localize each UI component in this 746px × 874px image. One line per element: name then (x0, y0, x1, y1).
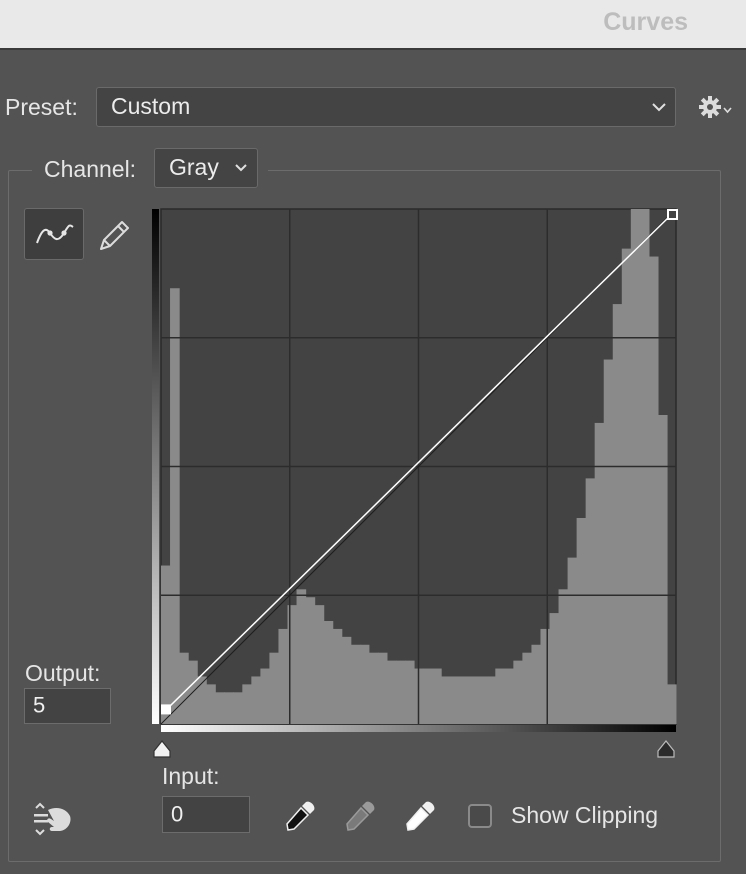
histogram-bar (576, 518, 587, 724)
panel-title: Curves (603, 8, 688, 36)
black-point-eyedropper-icon[interactable] (282, 798, 318, 834)
histogram-bar (377, 652, 388, 724)
preset-value: Custom (111, 92, 191, 119)
histogram-bar (260, 668, 271, 724)
histogram-bar (287, 605, 298, 724)
histogram-bar (233, 692, 243, 724)
histogram-bar (350, 644, 361, 724)
histogram-bar (404, 660, 415, 724)
histogram-bar (522, 652, 533, 724)
input-field[interactable]: 0 (162, 796, 250, 833)
show-clipping-checkbox[interactable] (468, 804, 492, 828)
histogram-bar (441, 676, 451, 724)
histogram-bar (332, 628, 343, 724)
channel-label: Channel: (44, 156, 137, 182)
curve-control-point[interactable] (667, 209, 678, 220)
histogram-bar (251, 676, 261, 724)
histogram-bar (305, 597, 316, 724)
histogram-bar (468, 676, 478, 724)
histogram-bar (459, 676, 469, 724)
histogram-bar (648, 256, 659, 724)
output-value: 5 (33, 692, 46, 718)
histogram-bar (423, 668, 433, 724)
histogram-bar (531, 644, 542, 724)
histogram-bar (513, 660, 524, 724)
histogram-bar (540, 628, 551, 724)
preset-dropdown[interactable]: Custom (96, 87, 676, 127)
histogram-bar (477, 676, 487, 724)
histogram-bar (269, 652, 280, 724)
gear-icon[interactable] (698, 94, 734, 120)
histogram-bar (495, 668, 505, 724)
input-gradient-bar (161, 725, 676, 732)
histogram-bar (368, 652, 379, 724)
preset-label: Preset: (5, 94, 78, 120)
gray-point-eyedropper-icon[interactable] (342, 798, 378, 834)
white-point-slider[interactable] (657, 740, 675, 758)
channel-dropdown[interactable]: Gray (154, 148, 258, 188)
output-label: Output: (25, 660, 101, 686)
input-value: 0 (171, 800, 184, 826)
histogram-bar (621, 248, 632, 724)
chevron-down-icon (652, 103, 666, 112)
histogram-bar (594, 422, 605, 724)
histogram-bar (224, 692, 234, 724)
histogram-bar (657, 415, 668, 724)
input-label: Input: (162, 763, 220, 789)
histogram-bar (215, 692, 225, 724)
curve-control-point[interactable] (161, 704, 171, 715)
histogram-bar (558, 589, 569, 724)
targeted-adjustment-icon[interactable] (30, 800, 76, 838)
channel-value: Gray (169, 153, 219, 180)
histogram-bar (603, 359, 614, 724)
curve-point-icon (36, 224, 74, 244)
curve-point-tool-button[interactable] (24, 208, 84, 260)
histogram-bar (666, 684, 677, 724)
histogram-bar (612, 304, 623, 724)
output-field[interactable]: 5 (24, 688, 111, 724)
histogram-bar (504, 668, 514, 724)
histogram-bar (549, 613, 560, 724)
histogram-bar (432, 668, 442, 724)
histogram-bar (161, 565, 171, 724)
histogram-bar (359, 644, 370, 724)
histogram-bar (386, 660, 397, 724)
histogram-bar (585, 478, 596, 724)
histogram-bar (323, 621, 334, 724)
histogram-bar (296, 589, 307, 724)
curves-graph[interactable] (150, 205, 685, 765)
show-clipping-label: Show Clipping (511, 802, 659, 828)
panel-title-bar: Curves (0, 0, 746, 50)
white-point-eyedropper-icon[interactable] (402, 798, 438, 834)
pencil-icon[interactable] (96, 218, 132, 254)
histogram-bar (278, 628, 289, 724)
histogram-bar (314, 605, 325, 724)
histogram-bar (450, 676, 460, 724)
histogram-bar (341, 636, 352, 724)
histogram-bar (170, 288, 180, 724)
output-gradient-bar (152, 209, 159, 724)
chevron-down-icon (235, 164, 247, 172)
histogram-bar (242, 684, 252, 724)
histogram-bar (567, 557, 578, 724)
black-point-slider[interactable] (153, 740, 171, 758)
histogram-bar (486, 676, 496, 724)
histogram-bar (395, 660, 406, 724)
histogram-bar (206, 684, 216, 724)
